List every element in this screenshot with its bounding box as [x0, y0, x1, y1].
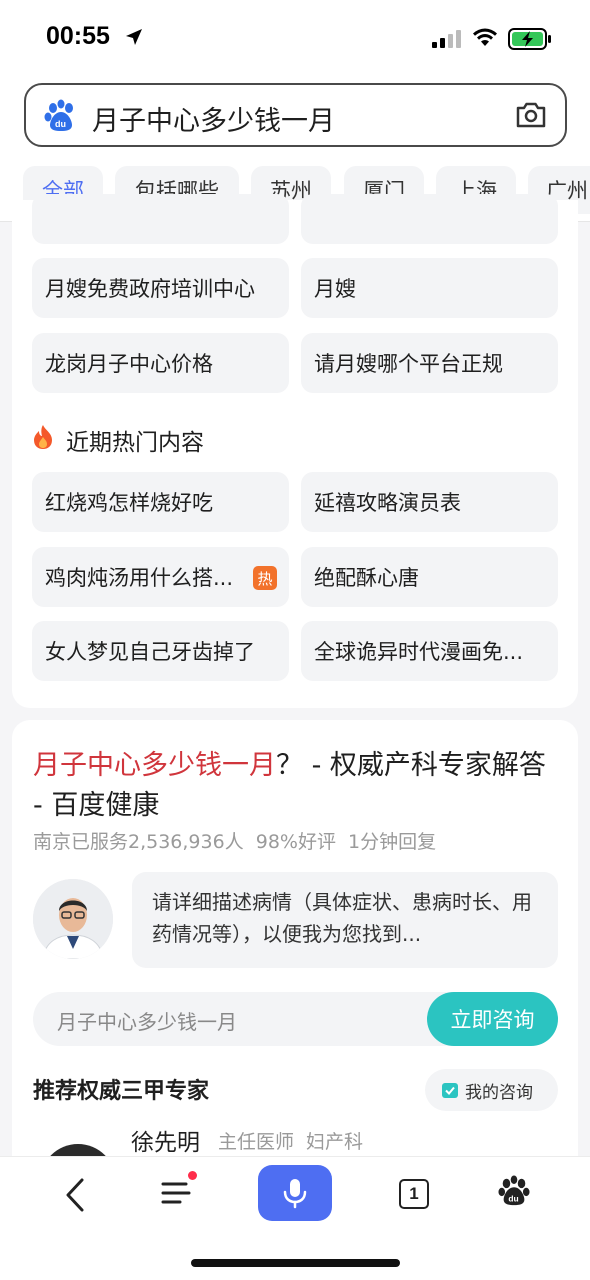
my-consult-button[interactable]: 我的咨询	[425, 1069, 558, 1111]
search-area: du 月子中心多少钱一月	[0, 76, 590, 156]
flame-icon	[34, 425, 52, 449]
consult-input-text: 月子中心多少钱一月	[57, 1010, 237, 1034]
notification-dot	[188, 1171, 197, 1180]
result-title-highlight: 月子中心多少钱一月	[33, 750, 276, 781]
status-bar: 00:55	[0, 0, 590, 76]
doctor-avatar	[33, 879, 113, 959]
hot-chip[interactable]: 延禧攻略演员表	[301, 472, 558, 532]
hot-chip[interactable]: 绝配酥心唐	[301, 547, 558, 607]
home-indicator	[191, 1259, 400, 1267]
wifi-icon	[473, 28, 497, 46]
hot-chip[interactable]: 全球诡异时代漫画免...	[301, 621, 558, 681]
result-title[interactable]: 月子中心多少钱一月？ - 权威产科专家解答 - 百度健康	[33, 746, 563, 826]
location-arrow-icon	[126, 29, 142, 45]
my-consult-label: 我的咨询	[465, 1082, 533, 1103]
hot-chip-label: 鸡肉炖汤用什么搭...	[45, 566, 234, 590]
hot-section-title: 近期热门内容	[66, 430, 204, 456]
related-chip[interactable]: 请月嫂哪个平台正规	[301, 333, 558, 393]
related-chip[interactable]: 月嫂	[301, 258, 558, 318]
consult-input[interactable]: 月子中心多少钱一月 立即咨询	[33, 992, 558, 1046]
expert-title: 主任医师 妇产科	[218, 1131, 364, 1153]
related-chip-partial[interactable]	[301, 194, 558, 244]
battery-charging-icon	[508, 28, 551, 50]
related-chip[interactable]: 龙岗月子中心价格	[32, 333, 289, 393]
doctor-message-bubble[interactable]: 请详细描述病情（具体症状、患病时长、用药情况等），以便我为您找到...	[132, 872, 558, 968]
hot-chip[interactable]: 鸡肉炖汤用什么搭... 热	[32, 547, 289, 607]
svg-text:du: du	[508, 1193, 518, 1203]
related-chip-partial[interactable]	[32, 194, 289, 244]
hot-badge: 热	[253, 566, 277, 590]
back-icon[interactable]	[60, 1177, 90, 1213]
result-meta: 南京已服务2,536,936人 98%好评 1分钟回复	[33, 831, 437, 853]
menu-icon[interactable]	[160, 1177, 192, 1209]
svg-text:du: du	[55, 119, 66, 129]
baidu-paw-logo-icon: du	[44, 99, 73, 131]
baidu-home-icon[interactable]: du	[498, 1175, 530, 1207]
tabs-count-button[interactable]: 1	[399, 1179, 429, 1209]
consult-now-button[interactable]: 立即咨询	[427, 992, 558, 1046]
doctor-portrait-icon	[33, 879, 113, 959]
search-query-text[interactable]: 月子中心多少钱一月	[92, 99, 335, 138]
expert-name[interactable]: 徐先明	[131, 1123, 200, 1157]
related-chip[interactable]: 月嫂免费政府培训中心	[32, 258, 289, 318]
status-time: 00:55	[46, 22, 110, 50]
consult-check-icon	[442, 1083, 458, 1098]
hot-chip[interactable]: 红烧鸡怎样烧好吃	[32, 472, 289, 532]
recommend-title: 推荐权威三甲专家	[33, 1079, 210, 1104]
search-box[interactable]: du 月子中心多少钱一月	[24, 83, 567, 147]
hot-chip[interactable]: 女人梦见自己牙齿掉了	[32, 621, 289, 681]
voice-search-button[interactable]	[258, 1165, 332, 1221]
camera-icon[interactable]	[515, 100, 547, 130]
microphone-icon	[283, 1179, 307, 1209]
cellular-signal-icon	[432, 30, 461, 48]
